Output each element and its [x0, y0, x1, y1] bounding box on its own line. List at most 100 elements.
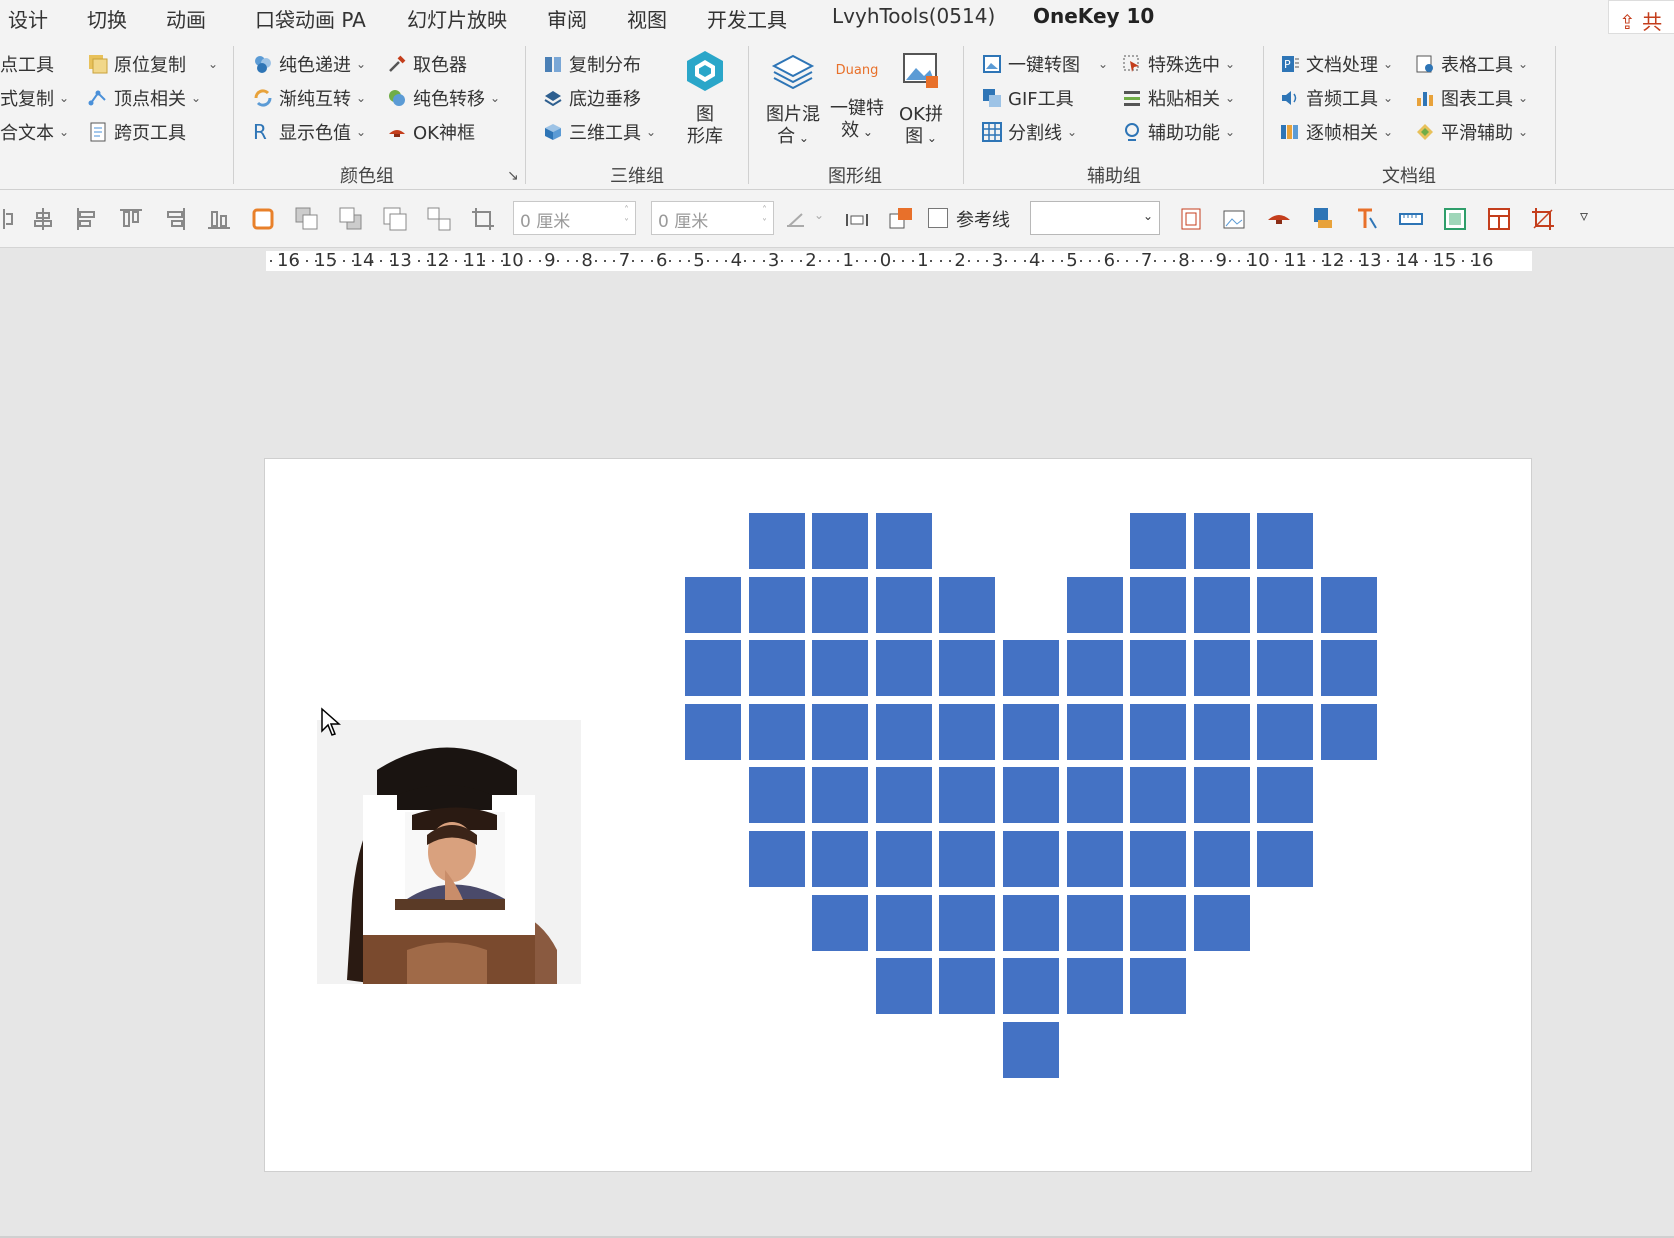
heart-square[interactable]: [1257, 513, 1313, 569]
tab-lvyhtools[interactable]: LvyhTools(0514): [832, 4, 995, 28]
heart-square[interactable]: [876, 958, 932, 1014]
three-d-tool-button[interactable]: 三维工具 ⌄: [543, 118, 656, 146]
heart-square[interactable]: [939, 767, 995, 823]
dialog-launcher-icon[interactable]: ↘: [507, 168, 519, 184]
guide-line-checkbox[interactable]: [928, 208, 948, 228]
tab-onekey[interactable]: OneKey 10: [1033, 4, 1155, 38]
frame-icon[interactable]: [1178, 206, 1204, 232]
heart-square[interactable]: [939, 895, 995, 951]
heart-square[interactable]: [1067, 831, 1123, 887]
image-blend-button[interactable]: 图片混 合 ⌄: [762, 48, 824, 149]
heart-square[interactable]: [1067, 767, 1123, 823]
split-line-button[interactable]: 分割线 ⌄: [982, 118, 1077, 146]
heart-square[interactable]: [1067, 895, 1123, 951]
heart-square[interactable]: [685, 704, 741, 760]
select-pane-icon[interactable]: [888, 206, 914, 232]
merge-text-button[interactable]: 合文本 ⌄: [0, 118, 69, 146]
solid-gradient-button[interactable]: 纯色递进 ⌄: [253, 50, 366, 78]
heart-square[interactable]: [939, 704, 995, 760]
heart-square[interactable]: [876, 640, 932, 696]
crop-icon[interactable]: [470, 206, 496, 232]
image-frame-icon[interactable]: [1222, 206, 1248, 232]
heart-square[interactable]: [685, 577, 741, 633]
heart-square[interactable]: [1003, 1022, 1059, 1078]
heart-square[interactable]: [1257, 831, 1313, 887]
heart-square[interactable]: [876, 767, 932, 823]
align-center-icon[interactable]: [30, 206, 56, 232]
align-left-icon[interactable]: [74, 206, 100, 232]
layer-stack-icon[interactable]: [1310, 206, 1336, 232]
shape-library-button[interactable]: 图 形库: [680, 48, 730, 148]
assist-function-button[interactable]: 辅助功能 ⌄: [1122, 118, 1235, 146]
heart-square[interactable]: [1067, 577, 1123, 633]
tab-animations[interactable]: 动画: [166, 4, 206, 33]
heart-square[interactable]: [1257, 767, 1313, 823]
tab-developer[interactable]: 开发工具: [707, 4, 787, 33]
align-bottom-icon[interactable]: [206, 206, 232, 232]
heart-square[interactable]: [812, 831, 868, 887]
chevron-down-icon[interactable]: ⌄: [1143, 209, 1153, 223]
crop-diagonal-icon[interactable]: [1530, 206, 1556, 232]
heart-square[interactable]: [1067, 640, 1123, 696]
gif-tool-button[interactable]: GIF工具: [982, 84, 1074, 112]
audio-tool-button[interactable]: 音频工具 ⌄: [1280, 84, 1393, 112]
tab-slideshow[interactable]: 幻灯片放映: [407, 4, 507, 33]
heart-square[interactable]: [749, 704, 805, 760]
format-copy-button[interactable]: 式复制 ⌄: [0, 84, 69, 112]
ungroup-icon[interactable]: [426, 206, 452, 232]
heart-square[interactable]: [1003, 704, 1059, 760]
heart-square[interactable]: [812, 577, 868, 633]
align-left-edge-icon[interactable]: [0, 206, 26, 232]
heart-square[interactable]: [1194, 895, 1250, 951]
heart-square[interactable]: [1130, 704, 1186, 760]
overflow-menu-icon[interactable]: ▿: [1580, 206, 1588, 225]
document-process-button[interactable]: P 文档处理 ⌄: [1280, 50, 1393, 78]
tab-view[interactable]: 视图: [627, 4, 667, 33]
chart-tool-button[interactable]: 图表工具 ⌄: [1415, 84, 1528, 112]
tab-design[interactable]: 设计: [8, 4, 48, 33]
heart-square[interactable]: [876, 831, 932, 887]
layout-icon[interactable]: [1486, 206, 1512, 232]
chevron-down-icon[interactable]: ⌄: [814, 208, 824, 222]
person-photo-stack[interactable]: [317, 720, 581, 984]
bring-forward-icon[interactable]: [294, 206, 320, 232]
heart-square[interactable]: [1130, 767, 1186, 823]
gradient-convert-button[interactable]: 渐纯互转 ⌄: [253, 84, 366, 112]
spin-arrows-icon[interactable]: ˄ ˅: [762, 204, 767, 230]
heart-square[interactable]: [1130, 958, 1186, 1014]
tab-transitions[interactable]: 切换: [87, 4, 127, 33]
heart-square[interactable]: [1194, 513, 1250, 569]
smooth-assist-button[interactable]: 平滑辅助 ⌄: [1415, 118, 1528, 146]
heart-square[interactable]: [812, 895, 868, 951]
height-spin-input[interactable]: 0 厘米 ˄ ˅: [651, 201, 774, 235]
show-color-value-button[interactable]: R 显示色值 ⌄: [253, 118, 366, 146]
magic-lamp-icon[interactable]: [1266, 206, 1292, 232]
align-right-icon[interactable]: [162, 206, 188, 232]
heart-square[interactable]: [685, 640, 741, 696]
heart-square[interactable]: [876, 513, 932, 569]
heart-square[interactable]: [1321, 577, 1377, 633]
heart-square[interactable]: [749, 767, 805, 823]
heart-square[interactable]: [1321, 704, 1377, 760]
in-place-copy-button[interactable]: 原位复制 ⌄: [88, 50, 218, 78]
heart-square[interactable]: [1194, 577, 1250, 633]
heart-square[interactable]: [1130, 640, 1186, 696]
heart-square[interactable]: [749, 831, 805, 887]
heart-square[interactable]: [1130, 577, 1186, 633]
heart-square[interactable]: [1067, 704, 1123, 760]
heart-square[interactable]: [1194, 640, 1250, 696]
share-button[interactable]: ⇪ 共: [1608, 0, 1674, 34]
color-transfer-button[interactable]: 纯色转移 ⌄: [387, 84, 500, 112]
special-select-button[interactable]: 特殊选中 ⌄: [1122, 50, 1235, 78]
heart-square[interactable]: [939, 831, 995, 887]
heart-square[interactable]: [1194, 767, 1250, 823]
tab-review[interactable]: 审阅: [547, 4, 587, 33]
heart-square[interactable]: [1257, 704, 1313, 760]
spin-arrows-icon[interactable]: ˄ ˅: [624, 204, 629, 230]
heart-square[interactable]: [1003, 895, 1059, 951]
tab-pocket-animation[interactable]: 口袋动画 PA: [255, 4, 366, 33]
heart-square[interactable]: [1003, 640, 1059, 696]
heart-square[interactable]: [939, 577, 995, 633]
shape-outline-icon[interactable]: [250, 206, 276, 232]
heart-square[interactable]: [1003, 958, 1059, 1014]
